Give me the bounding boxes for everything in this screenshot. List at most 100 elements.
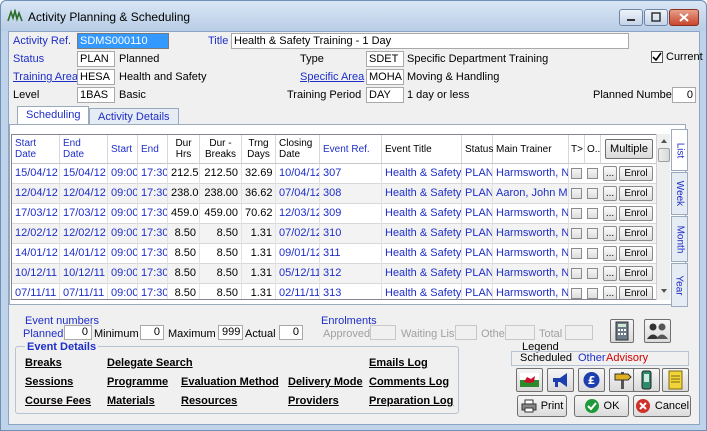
table-row[interactable]: 10/12/11 10/12/11 09:00 17:30 8.50 8.50 1.31 05… bbox=[12, 264, 657, 284]
col-header-event-title[interactable]: Event Title bbox=[382, 135, 462, 164]
status-code-field[interactable]: PLAN bbox=[77, 51, 115, 67]
col-header-start-date[interactable]: Start Date bbox=[12, 135, 60, 164]
row-checkbox-o[interactable] bbox=[587, 208, 598, 219]
row-more-button[interactable]: ... bbox=[603, 246, 617, 261]
row-checkbox-t[interactable] bbox=[571, 208, 582, 219]
training-period-code-field[interactable]: DAY bbox=[366, 87, 404, 103]
planned-number-field[interactable]: 0 bbox=[672, 87, 696, 103]
type-code-field[interactable]: SDET bbox=[366, 51, 404, 67]
megaphone-button[interactable] bbox=[547, 368, 574, 392]
side-tab-month[interactable]: Month bbox=[671, 216, 688, 262]
planned-field[interactable]: 0 bbox=[64, 325, 92, 340]
current-checkbox[interactable] bbox=[651, 51, 663, 63]
scroll-up-icon[interactable] bbox=[659, 136, 669, 147]
row-checkbox-o[interactable] bbox=[587, 168, 598, 179]
link-resources[interactable]: Resources bbox=[181, 395, 237, 407]
row-checkbox-o[interactable] bbox=[587, 288, 598, 299]
enrol-button[interactable]: Enrol bbox=[619, 286, 653, 299]
col-header-dur-breaks[interactable]: Dur -Breaks bbox=[200, 135, 242, 164]
col-header-t[interactable]: T> bbox=[569, 135, 585, 164]
title-field[interactable]: Health & Safety Training - 1 Day bbox=[231, 33, 629, 49]
link-delivery-mode[interactable]: Delivery Mode bbox=[288, 376, 363, 388]
row-more-button[interactable]: ... bbox=[603, 286, 617, 299]
title-bar[interactable]: Activity Planning & Scheduling bbox=[1, 1, 706, 31]
pound-button[interactable]: £ bbox=[578, 368, 605, 392]
scroll-down-icon[interactable] bbox=[659, 286, 669, 297]
specific-area-code-field[interactable]: MOHA bbox=[366, 69, 404, 85]
row-more-button[interactable]: ... bbox=[603, 266, 617, 281]
table-row[interactable]: 12/04/1212/04/1209:0017:30238.00238.0036… bbox=[12, 184, 657, 204]
training-area-label[interactable]: Training Area bbox=[13, 71, 78, 83]
link-breaks[interactable]: Breaks bbox=[25, 357, 62, 369]
row-checkbox-t[interactable] bbox=[571, 268, 582, 279]
table-row[interactable]: 07/11/11 07/11/11 09:00 17:30 8.50 8.50 1.31 02… bbox=[12, 284, 657, 299]
link-programme[interactable]: Programme bbox=[107, 376, 168, 388]
enrol-button[interactable]: Enrol bbox=[619, 186, 653, 201]
link-comments-log[interactable]: Comments Log bbox=[369, 376, 449, 388]
link-evaluation-method[interactable]: Evaluation Method bbox=[181, 376, 279, 388]
row-checkbox-t[interactable] bbox=[571, 288, 582, 299]
row-checkbox-o[interactable] bbox=[587, 228, 598, 239]
row-checkbox-o[interactable] bbox=[587, 248, 598, 259]
row-more-button[interactable]: ... bbox=[603, 206, 617, 221]
row-more-button[interactable]: ... bbox=[603, 166, 617, 181]
col-header-end[interactable]: End bbox=[138, 135, 168, 164]
maximize-button[interactable] bbox=[644, 9, 668, 26]
side-tab-year[interactable]: Year bbox=[671, 263, 688, 307]
multiple-button[interactable]: Multiple bbox=[605, 139, 653, 159]
enrol-button[interactable]: Enrol bbox=[619, 266, 653, 281]
row-checkbox-t[interactable] bbox=[571, 248, 582, 259]
enrol-button[interactable]: Enrol bbox=[619, 246, 653, 261]
signpost-button[interactable] bbox=[609, 368, 636, 392]
row-checkbox-t[interactable] bbox=[571, 228, 582, 239]
activity-ref-field[interactable]: SDMS000110 bbox=[77, 33, 169, 49]
col-header-event-ref[interactable]: Event Ref. bbox=[320, 135, 382, 164]
link-preparation-log[interactable]: Preparation Log bbox=[369, 395, 453, 407]
col-header-o[interactable]: O.. bbox=[585, 135, 601, 164]
actual-field[interactable]: 0 bbox=[279, 325, 303, 340]
notepad-button[interactable] bbox=[662, 368, 689, 392]
link-providers[interactable]: Providers bbox=[288, 395, 339, 407]
row-checkbox-o[interactable] bbox=[587, 188, 598, 199]
col-header-dur-hrs[interactable]: Dur Hrs bbox=[168, 135, 200, 164]
table-row[interactable]: 14/01/12 14/01/12 09:00 17:30 8.50 8.50 1.31 09… bbox=[12, 244, 657, 264]
minimize-button[interactable] bbox=[619, 9, 643, 26]
maximum-field[interactable]: 999 bbox=[218, 325, 243, 340]
specific-area-label[interactable]: Specific Area bbox=[300, 71, 364, 83]
table-row[interactable]: 17/03/1217/03/1209:0017:30459.00459.0070… bbox=[12, 204, 657, 224]
link-emails-log[interactable]: Emails Log bbox=[369, 357, 428, 369]
col-header-start[interactable]: Start bbox=[108, 135, 138, 164]
mobile-phone-button[interactable] bbox=[633, 368, 660, 392]
side-tab-list[interactable]: List bbox=[671, 129, 688, 171]
training-area-code-field[interactable]: HESA bbox=[77, 69, 115, 85]
minimum-field[interactable]: 0 bbox=[140, 325, 164, 340]
print-button[interactable]: Print bbox=[517, 395, 567, 417]
link-course-fees[interactable]: Course Fees bbox=[25, 395, 91, 407]
row-checkbox-t[interactable] bbox=[571, 168, 582, 179]
row-checkbox-o[interactable] bbox=[587, 268, 598, 279]
close-button[interactable] bbox=[669, 9, 699, 26]
scroll-thumb[interactable] bbox=[658, 148, 670, 162]
grid-scrollbar[interactable] bbox=[656, 134, 670, 300]
enrol-button[interactable]: Enrol bbox=[619, 226, 653, 241]
col-header-trng-days[interactable]: Trng Days bbox=[242, 135, 276, 164]
attendees-button[interactable] bbox=[644, 319, 671, 343]
link-sessions[interactable]: Sessions bbox=[25, 376, 73, 388]
tab-scheduling[interactable]: Scheduling bbox=[17, 106, 90, 126]
col-header-main-trainer[interactable]: Main Trainer bbox=[493, 135, 569, 164]
table-row[interactable]: 12/02/12 12/02/12 09:00 17:30 8.50 8.50 1.31 07… bbox=[12, 224, 657, 244]
row-more-button[interactable]: ... bbox=[603, 226, 617, 241]
calculator-button[interactable] bbox=[610, 319, 634, 343]
side-tab-week[interactable]: Week bbox=[671, 172, 688, 215]
table-row[interactable]: 15/04/1215/04/1209:0017:30212.50212.5032… bbox=[12, 164, 657, 184]
cancel-button[interactable]: Cancel bbox=[633, 395, 691, 417]
col-header-end-date[interactable]: End Date bbox=[60, 135, 108, 164]
col-header-closing-date[interactable]: Closing Date bbox=[276, 135, 320, 164]
col-header-status[interactable]: Status bbox=[462, 135, 493, 164]
wales-flag-button[interactable] bbox=[516, 368, 543, 392]
ok-button[interactable]: OK bbox=[574, 395, 629, 417]
link-delegate-search[interactable]: Delegate Search bbox=[107, 357, 193, 369]
enrol-button[interactable]: Enrol bbox=[619, 166, 653, 181]
row-checkbox-t[interactable] bbox=[571, 188, 582, 199]
enrol-button[interactable]: Enrol bbox=[619, 206, 653, 221]
